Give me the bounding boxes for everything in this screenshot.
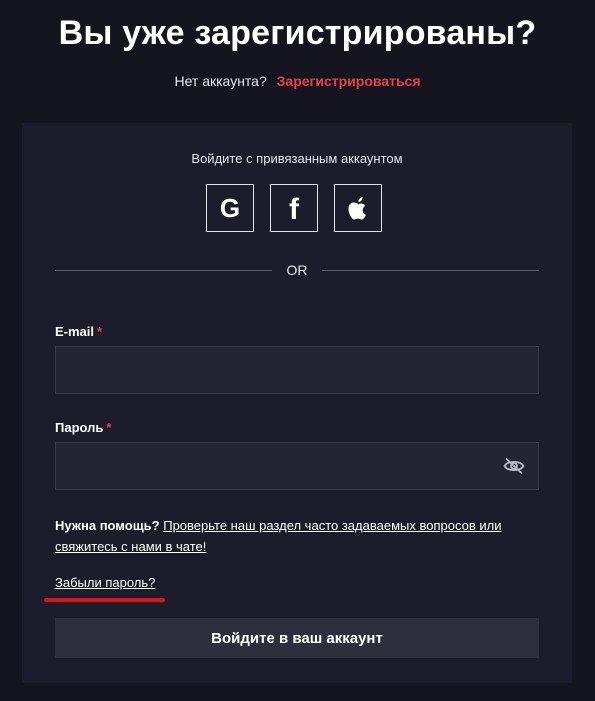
highlight-underline [44, 598, 165, 602]
password-label-text: Пароль [55, 420, 104, 435]
help-text: Нужна помощь? Проверьте наш раздел часто… [55, 515, 539, 557]
password-label: Пароль * [55, 420, 111, 435]
facebook-login-button[interactable]: f [270, 184, 318, 232]
required-mark: * [97, 324, 103, 339]
login-page: Вы уже зарегистрированы? Нет аккаунта? З… [0, 0, 595, 701]
eye-off-icon[interactable] [503, 457, 525, 475]
email-label-text: E-mail [55, 324, 95, 339]
help-prefix: Нужна помощь? [55, 518, 160, 533]
forgot-password-link[interactable]: Забыли пароль? [55, 575, 155, 590]
no-account-text: Нет аккаунта? [174, 73, 267, 89]
divider-line-right [322, 270, 539, 271]
register-link[interactable]: Зарегистрироваться [277, 73, 421, 89]
email-label: E-mail * [55, 324, 102, 339]
google-login-button[interactable]: G [206, 184, 254, 232]
facebook-icon: f [289, 194, 300, 222]
required-mark: * [106, 420, 112, 435]
apple-login-button[interactable] [334, 184, 382, 232]
google-icon: G [220, 195, 240, 221]
apple-icon [348, 197, 366, 220]
register-prompt: Нет аккаунта? Зарегистрироваться [0, 73, 595, 89]
social-login-caption: Войдите с привязанным аккаунтом [191, 151, 403, 166]
or-divider: OR [55, 262, 539, 282]
email-field[interactable] [55, 346, 539, 394]
login-submit-button[interactable]: Войдите в ваш аккаунт [55, 618, 539, 658]
svg-text:f: f [289, 194, 300, 222]
svg-text:G: G [220, 195, 240, 221]
login-card: Войдите с привязанным аккаунтом G f OR E… [22, 123, 572, 683]
page-title: Вы уже зарегистрированы? [58, 14, 537, 52]
password-field[interactable] [55, 442, 539, 490]
social-login-buttons: G f [206, 184, 382, 232]
